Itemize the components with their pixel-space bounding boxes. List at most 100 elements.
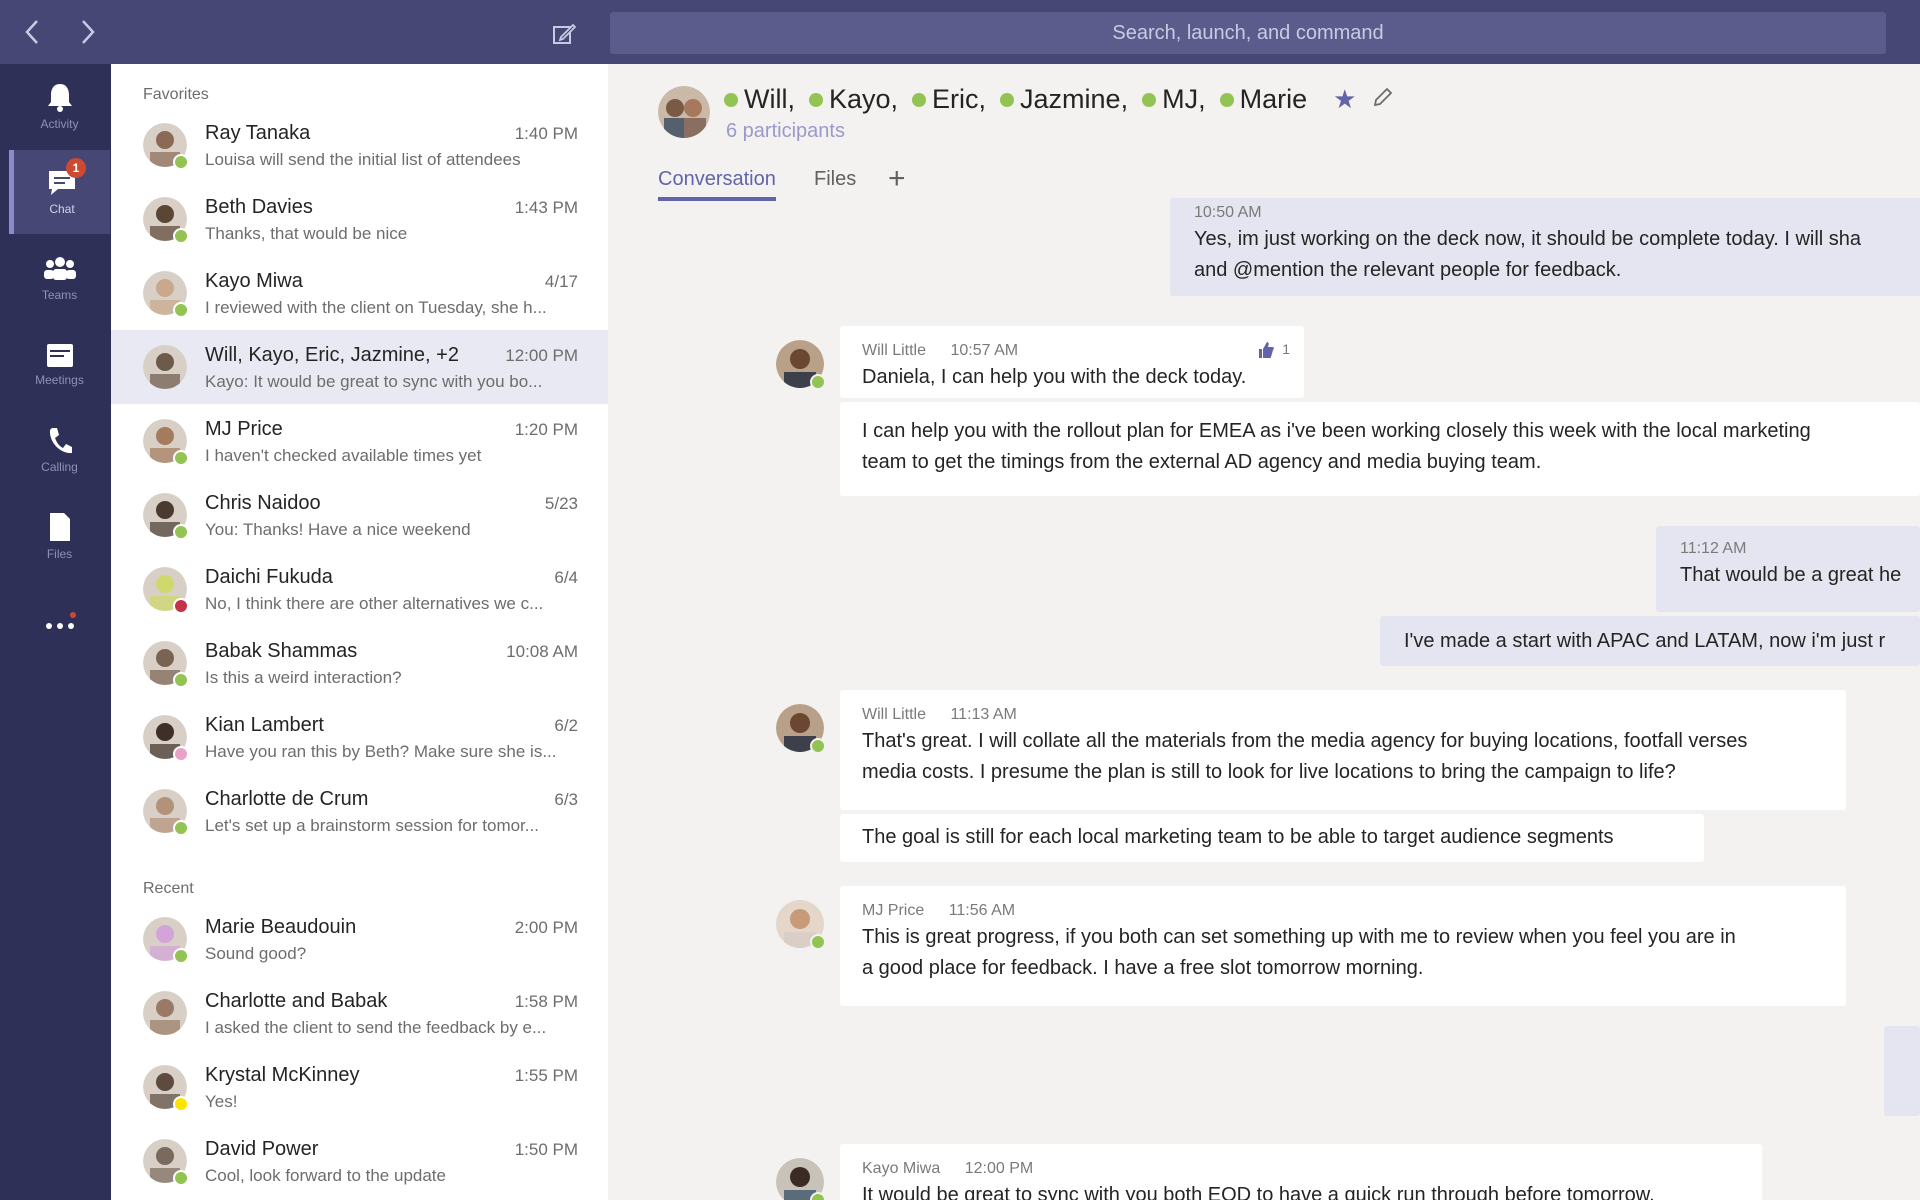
calendar-icon	[46, 344, 73, 367]
rail-chat[interactable]: Chat 1	[9, 150, 110, 234]
rail-teams[interactable]: Teams	[9, 236, 110, 320]
new-chat-button[interactable]	[546, 16, 582, 52]
rail-label: Files	[46, 547, 73, 561]
rail-calling[interactable]: Calling	[9, 408, 110, 492]
presence-indicator	[810, 934, 826, 950]
favorite-star-icon[interactable]: ★	[1333, 84, 1356, 115]
chat-time: 6/4	[554, 568, 578, 587]
presence-indicator	[173, 450, 189, 466]
chat-time: 10:08 AM	[506, 642, 578, 661]
presence-indicator	[173, 154, 189, 170]
message-text: media costs. I presume the plan is still…	[862, 761, 1676, 783]
participant-name[interactable]: Jazmine,	[1000, 84, 1128, 115]
chat-name: MJ Price	[205, 418, 283, 440]
presence-indicator	[1000, 92, 1015, 107]
message-bubble-mine: I've made a start with APAC and LATAM, n…	[1380, 616, 1920, 666]
message-text: Yes, im just working on the deck now, it…	[1194, 228, 1862, 250]
chat-preview: Yes!	[205, 1092, 238, 1111]
participant-name[interactable]: Eric,	[912, 84, 986, 115]
presence-indicator	[173, 746, 189, 762]
chat-list-item[interactable]: Marie Beaudouin 2:00 PM Sound good?	[111, 902, 608, 976]
forward-button[interactable]	[70, 14, 106, 50]
message-text: and @mention the relevant people for fee…	[1194, 259, 1622, 281]
reaction-like[interactable]: 1	[1256, 334, 1290, 365]
compose-icon	[553, 23, 577, 44]
chat-name: Ray Tanaka	[205, 122, 311, 144]
chat-list-item[interactable]: Will, Kayo, Eric, Jazmine, +2 12:00 PM Kay…	[111, 330, 608, 404]
conversation-pane: Will, Kayo, Eric, Jazmine, MJ, Marie ★ 6 parti…	[608, 64, 1920, 1200]
message-bubble: MJ Price 11:56 AM This is great progress…	[840, 886, 1846, 1006]
chat-preview: I asked the client to send the feedback …	[205, 1018, 547, 1037]
edit-pencil-icon[interactable]	[1372, 86, 1394, 113]
rail-label: Chat	[49, 202, 75, 216]
chat-time: 4/17	[544, 272, 578, 291]
rail-meetings[interactable]: Meetings	[9, 322, 110, 406]
favorites-header: Favorites	[143, 86, 209, 103]
message-bubble-mine: 11:12 AM That would be a great he	[1656, 526, 1920, 612]
chat-time: 1:20 PM	[514, 420, 578, 439]
participant-name[interactable]: Marie	[1219, 84, 1308, 115]
presence-indicator	[810, 1192, 826, 1200]
participant-name[interactable]: MJ,	[1142, 84, 1206, 115]
chat-list-item[interactable]: Babak Shammas 10:08 AM Is this a weird int…	[111, 626, 608, 700]
message-time: 11:56 AM	[948, 902, 1016, 919]
chat-time: 1:50 PM	[514, 1140, 578, 1159]
chat-list-item[interactable]: Chris Naidoo 5/23 You: Thanks! Have a nice…	[111, 478, 608, 552]
chat-time: 1:55 PM	[514, 1066, 578, 1085]
participant-name[interactable]: Will,	[724, 84, 795, 115]
presence-indicator	[724, 92, 738, 107]
message-meta: Will Little 10:57 AM	[862, 340, 1304, 362]
presence-indicator	[173, 598, 189, 614]
chat-list-item[interactable]: David Power 1:50 PM Cool, look forward to …	[111, 1124, 608, 1198]
app-rail: Activity Chat 1 Teams Meetings Calling F…	[0, 64, 111, 1200]
rail-label: Activity	[40, 117, 79, 131]
chat-list-item[interactable]: MJ Price 1:20 PM I haven't checked availab…	[111, 404, 608, 478]
message-text: This is great progress, if you both can …	[862, 926, 1736, 948]
chat-list-item[interactable]: Krystal McKinney 1:55 PM Yes!	[111, 1050, 608, 1124]
phone-icon	[49, 428, 72, 454]
more-icon	[45, 612, 76, 629]
participant-label: Marie	[1239, 84, 1308, 114]
presence-indicator	[912, 92, 927, 107]
rail-files[interactable]: Files	[9, 494, 110, 578]
chat-name: Marie Beaudouin	[205, 916, 357, 938]
chat-list-item[interactable]: Charlotte de Crum 6/3 Let's set up a brain…	[111, 774, 608, 848]
bell-icon	[47, 84, 72, 112]
chat-preview: Have you ran this by Beth? Make sure she…	[205, 742, 557, 761]
rail-more-button[interactable]	[9, 580, 110, 664]
chat-list-item[interactable]: Charlotte and Babak 1:58 PM I asked the cl…	[111, 976, 608, 1050]
message-time: 10:50 AM	[1194, 204, 1262, 221]
tab-files[interactable]: Files	[814, 168, 856, 191]
chat-list-item[interactable]: Beth Davies 1:43 PM Thanks, that would be …	[111, 182, 608, 256]
participant-label: Jazmine,	[1020, 84, 1129, 114]
chat-name: Charlotte and Babak	[205, 990, 388, 1012]
unread-badge: 1	[66, 158, 86, 178]
search-input[interactable]: Search, launch, and command	[610, 12, 1886, 54]
message-text: The goal is still for each local marketi…	[862, 826, 1614, 848]
message-meta: MJ Price 11:56 AM	[862, 900, 1846, 922]
chat-list-item[interactable]: Ray Tanaka 1:40 PM Louisa will send the in…	[111, 108, 608, 182]
add-tab-button[interactable]: +	[888, 162, 906, 196]
message-sender: Will Little	[862, 342, 927, 359]
message-bubble: Kayo Miwa 12:00 PM It would be great to …	[840, 1144, 1762, 1200]
rail-activity[interactable]: Activity	[9, 64, 110, 148]
back-button[interactable]	[14, 14, 50, 50]
chat-preview: Louisa will send the initial list of att…	[205, 150, 521, 169]
presence-indicator	[173, 820, 189, 836]
chat-time: 1:43 PM	[514, 198, 578, 217]
chat-time: 1:58 PM	[514, 992, 578, 1011]
conversation-header: Will, Kayo, Eric, Jazmine, MJ, Marie ★ 6 parti…	[608, 64, 1920, 204]
chat-name: Daichi Fukuda	[205, 566, 333, 588]
participant-name[interactable]: Kayo,	[808, 84, 898, 115]
rail-label: Teams	[41, 288, 78, 302]
message-bubble-mine	[1884, 1026, 1920, 1116]
chat-name: Charlotte de Crum	[205, 788, 369, 810]
chat-list-item[interactable]: Kayo Miwa 4/17 I reviewed with the client …	[111, 256, 608, 330]
chat-list-item[interactable]: Daichi Fukuda 6/4 No, I think there are ot…	[111, 552, 608, 626]
message-sender: MJ Price	[862, 902, 925, 919]
chat-list-item[interactable]: Kian Lambert 6/2 Have you ran this by Beth…	[111, 700, 608, 774]
like-count: 1	[1282, 341, 1290, 357]
message-bubble-mine: 10:50 AM Yes, im just working on the dec…	[1170, 198, 1920, 296]
tab-conversation[interactable]: Conversation	[658, 168, 776, 201]
participant-count[interactable]: 6 participants	[726, 120, 845, 143]
